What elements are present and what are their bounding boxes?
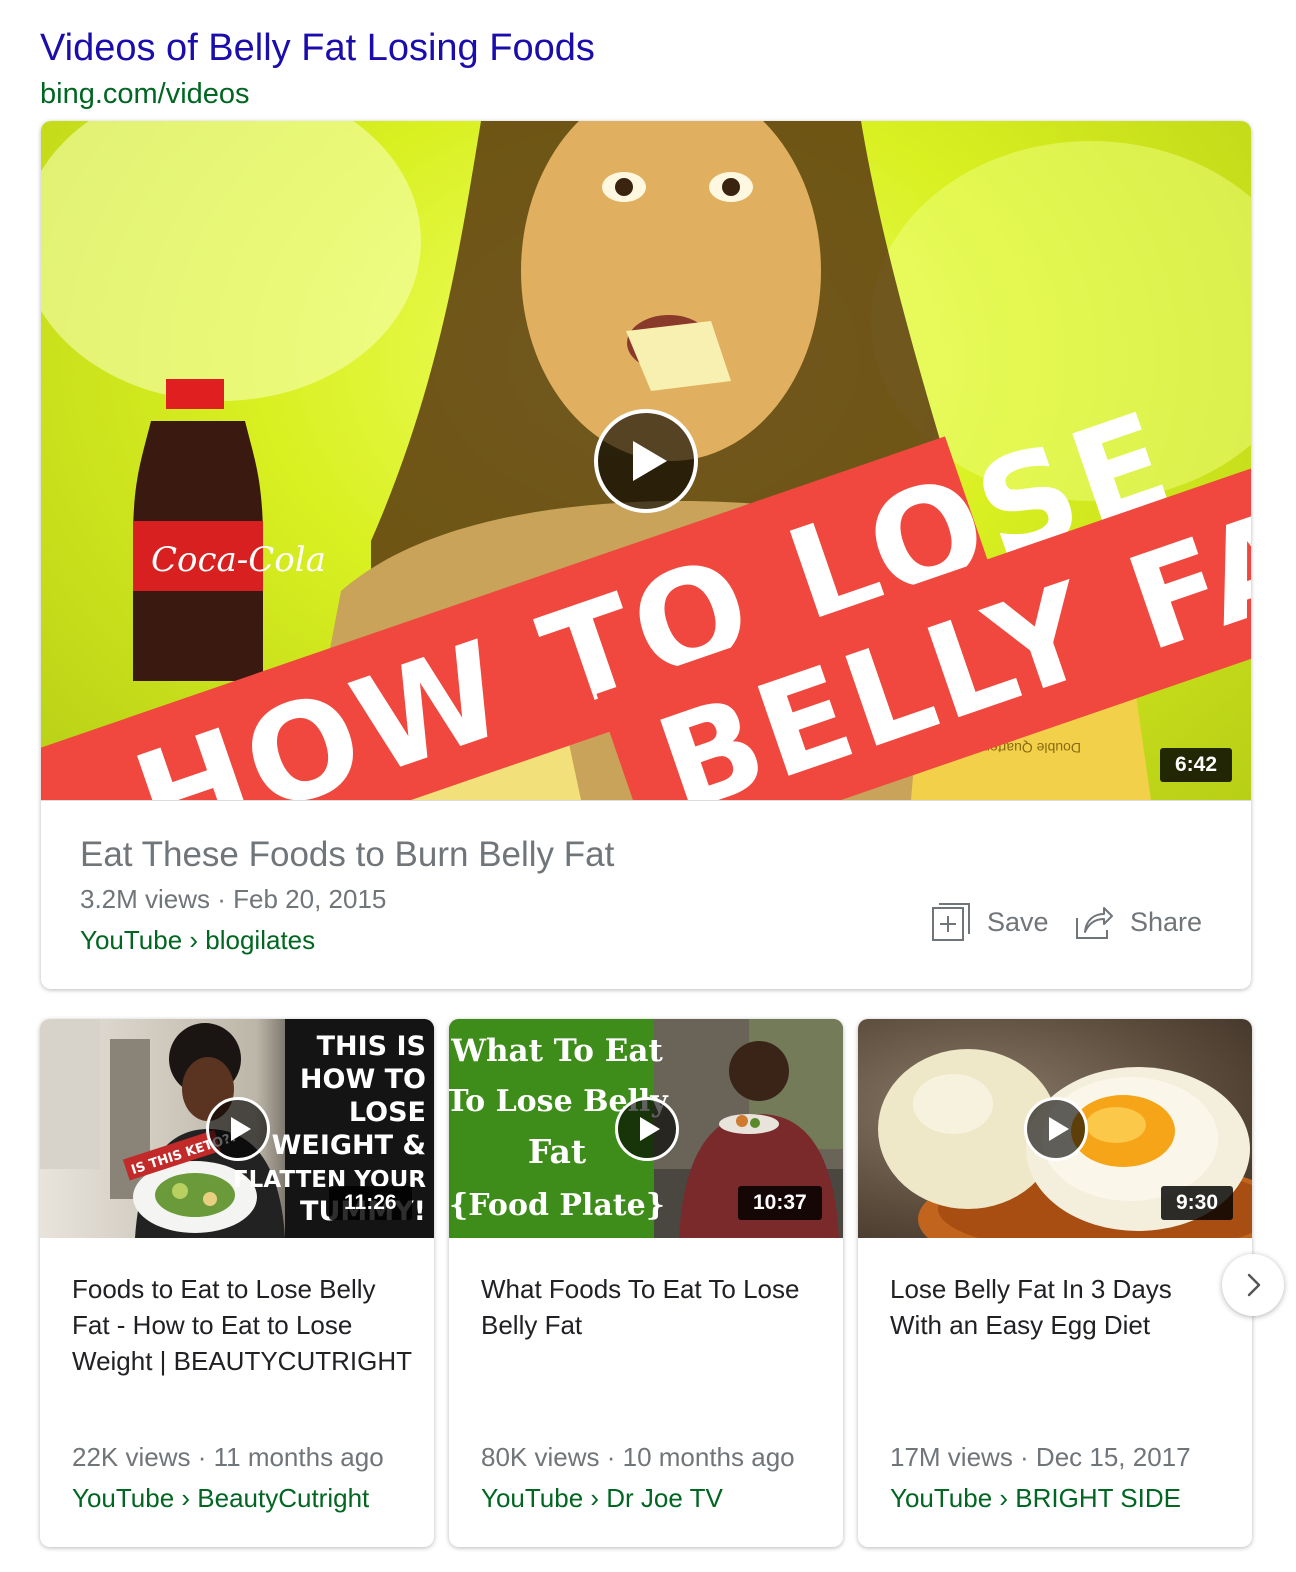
videos-heading-link[interactable]: Videos of Belly Fat Losing Foods — [40, 26, 595, 70]
featured-video-meta: 3.2M views · Feb 20, 2015 — [80, 884, 387, 914]
thumb-line-3: LOSE — [349, 1097, 426, 1128]
share-label: Share — [1130, 906, 1203, 937]
featured-video-thumbnail[interactable]: Coca-Cola Double Quarter Pounder HOW TO … — [41, 121, 1251, 800]
featured-video-title[interactable]: Eat These Foods to Burn Belly Fat — [80, 835, 614, 875]
video-meta: 22K views · 11 months ago — [72, 1442, 384, 1472]
save-icon — [932, 903, 970, 941]
bottle-label: Coca-Cola — [151, 540, 326, 580]
source-url: bing.com/videos — [40, 78, 250, 110]
chevron-right-icon — [1247, 1273, 1261, 1297]
play-icon — [639, 1117, 660, 1141]
thumb-line-1: What To Eat — [450, 1033, 663, 1069]
video-title[interactable]: Lose Belly Fat In 3 Days With an Easy Eg… — [890, 1271, 1230, 1343]
duration-badge: 11:26 — [329, 1186, 412, 1220]
featured-play-button[interactable] — [594, 409, 698, 513]
share-button[interactable]: Share — [1074, 902, 1202, 942]
bottle-cap — [166, 379, 224, 409]
video-source[interactable]: YouTube › BeautyCutright — [72, 1483, 369, 1514]
video-thumbnail[interactable]: 9:30 — [858, 1019, 1252, 1238]
thumb-line-3: Fat — [528, 1132, 587, 1171]
share-icon — [1076, 907, 1113, 939]
video-source[interactable]: YouTube › BRIGHT SIDE — [890, 1483, 1181, 1514]
results-header: Videos of Belly Fat Losing Foods bing.co… — [40, 26, 595, 114]
video-card-beautycutright[interactable]: THIS IS HOW TO LOSE WEIGHT & FLATTEN YOU… — [40, 1019, 434, 1547]
featured-video-info: Eat These Foods to Burn Belly Fat 3.2M v… — [41, 800, 1251, 989]
play-button[interactable] — [1024, 1097, 1088, 1161]
featured-video-card[interactable]: Coca-Cola Double Quarter Pounder HOW TO … — [41, 121, 1251, 989]
video-title[interactable]: What Foods To Eat To Lose Belly Fat — [481, 1271, 821, 1343]
video-meta: 17M views · Dec 15, 2017 — [890, 1442, 1191, 1472]
video-card-bright-side[interactable]: 9:30 Lose Belly Fat In 3 Days With an Ea… — [858, 1019, 1252, 1547]
save-button[interactable]: Save — [931, 902, 1049, 942]
thumb-line-2: HOW TO — [300, 1064, 426, 1095]
next-carousel-button[interactable] — [1222, 1254, 1284, 1316]
duration-badge: 10:37 — [738, 1186, 822, 1220]
play-button[interactable] — [206, 1097, 270, 1161]
thumb-line-4: WEIGHT & — [272, 1130, 426, 1161]
thumb-line-4: {Food Plate} — [449, 1188, 665, 1223]
video-thumbnail[interactable]: THIS IS HOW TO LOSE WEIGHT & FLATTEN YOU… — [40, 1019, 434, 1238]
play-icon — [1048, 1117, 1069, 1141]
featured-duration-badge: 6:42 — [1160, 748, 1233, 782]
play-icon — [633, 441, 667, 481]
video-source[interactable]: YouTube › Dr Joe TV — [481, 1483, 723, 1514]
thumb-line-1: THIS IS — [317, 1031, 426, 1062]
play-button[interactable] — [615, 1097, 679, 1161]
video-title[interactable]: Foods to Eat to Lose Belly Fat - How to … — [72, 1271, 412, 1379]
duration-badge: 9:30 — [1161, 1186, 1234, 1220]
video-card-dr-joe-tv[interactable]: What To Eat To Lose Belly Fat {Food Plat… — [449, 1019, 843, 1547]
play-icon — [230, 1117, 251, 1141]
save-label: Save — [987, 906, 1049, 937]
video-meta: 80K views · 10 months ago — [481, 1442, 795, 1472]
featured-video-source[interactable]: YouTube › blogilates — [80, 925, 315, 956]
video-thumbnail[interactable]: What To Eat To Lose Belly Fat {Food Plat… — [449, 1019, 843, 1238]
